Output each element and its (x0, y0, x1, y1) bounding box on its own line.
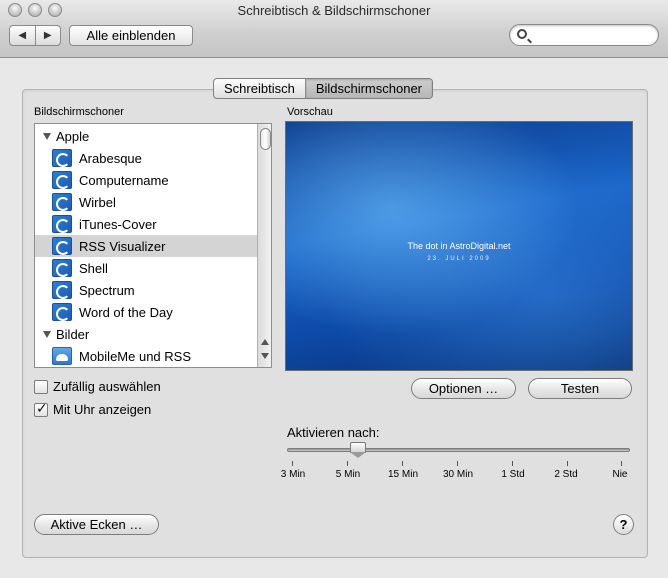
preview-headline: The dot in AstroDigital.net (407, 241, 511, 251)
show-all-button[interactable]: Alle einblenden (69, 25, 193, 46)
list-item[interactable]: Spectrum (35, 279, 257, 301)
slider-tick (621, 461, 622, 466)
activate-label: Aktivieren nach: (287, 425, 380, 440)
list-item[interactable]: MobileMe und RSS (35, 345, 257, 367)
tick-label: 1 Std (501, 469, 525, 480)
show-clock-checkbox[interactable]: Mit Uhr anzeigen (34, 401, 152, 417)
group-label: Apple (56, 128, 90, 144)
list-item-label: Wirbel (79, 194, 116, 210)
tick-label: 3 Min (280, 469, 306, 480)
list-item-label: Spectrum (79, 282, 135, 298)
list-item[interactable]: Computername (35, 169, 257, 191)
search-field[interactable] (509, 24, 659, 46)
tick-label: 5 Min (335, 469, 361, 480)
random-checkbox[interactable]: Zufällig auswählen (34, 379, 161, 394)
tick-label: 15 Min (387, 469, 419, 480)
back-forward-control: ◀ ▶ (9, 25, 61, 46)
list-item-label: iTunes-Cover (79, 216, 157, 232)
slider-tick (347, 461, 348, 466)
screensaver-swirl-icon (52, 237, 72, 255)
list-item[interactable]: Arabesque (35, 147, 257, 169)
screensaver-swirl-icon (52, 171, 72, 189)
back-button[interactable]: ◀ (10, 26, 36, 45)
tab-desktop[interactable]: Schreibtisch (214, 79, 305, 98)
screensaver-swirl-icon (52, 281, 72, 299)
window-title: Schreibtisch & Bildschirmschoner (237, 3, 431, 18)
checkbox-box[interactable] (34, 379, 48, 394)
tick-label: 2 Std (554, 469, 578, 480)
tick-label: 30 Min (442, 469, 474, 480)
slider-tick (457, 461, 458, 466)
list-item-label: Arabesque (79, 150, 142, 166)
slider-tick (567, 461, 568, 466)
help-button[interactable]: ? (613, 514, 634, 535)
options-button[interactable]: Optionen … (411, 378, 516, 399)
screensaver-swirl-icon (52, 303, 72, 321)
slider-knob[interactable] (350, 442, 366, 458)
checkbox-label: Mit Uhr anzeigen (53, 402, 152, 417)
checkbox-box-checked[interactable] (34, 401, 48, 417)
list-item[interactable]: Wirbel (35, 191, 257, 213)
group-apple[interactable]: Apple (35, 125, 257, 147)
group-label: Bilder (56, 326, 90, 342)
forward-button[interactable]: ▶ (36, 26, 61, 45)
activate-slider[interactable] (287, 448, 630, 452)
scroll-down-icon[interactable] (261, 353, 269, 359)
list-item[interactable]: Word of the Day (35, 301, 257, 323)
title-bar: Schreibtisch & Bildschirmschoner ◀ ▶ All… (0, 0, 668, 58)
tab-screensaver[interactable]: Bildschirmschoner (304, 79, 433, 98)
preview-date: 23. JULI 2009 (427, 256, 491, 262)
hot-corners-button[interactable]: Aktive Ecken … (34, 514, 159, 535)
preview-heading: Vorschau (287, 106, 333, 118)
list-item-label: Computername (79, 172, 169, 188)
list-item-label: RSS Visualizer (79, 238, 166, 254)
list-item[interactable]: Shell (35, 257, 257, 279)
checkbox-label: Zufällig auswählen (53, 379, 161, 394)
list-item-selected[interactable]: RSS Visualizer (35, 235, 257, 257)
list-item-label: MobileMe und RSS (79, 348, 191, 364)
slider-tick (292, 461, 293, 466)
disclosure-triangle-icon[interactable] (43, 132, 51, 140)
screensaver-list-heading: Bildschirmschoner (34, 106, 124, 118)
slider-tick (402, 461, 403, 466)
test-button[interactable]: Testen (528, 378, 632, 399)
list-item[interactable]: iTunes-Cover (35, 213, 257, 235)
disclosure-triangle-icon[interactable] (43, 330, 51, 338)
scroll-up-icon[interactable] (261, 339, 269, 345)
screensaver-swirl-icon (52, 149, 72, 167)
tick-label: Nie (612, 469, 628, 480)
list-item-label: Shell (79, 260, 108, 276)
screensaver-swirl-icon (52, 215, 72, 233)
screensaver-swirl-icon (52, 259, 72, 277)
list-scrollbar[interactable] (257, 124, 271, 367)
slider-tick (512, 461, 513, 466)
group-pictures[interactable]: Bilder (35, 323, 257, 345)
search-icon (517, 29, 527, 39)
screensaver-list[interactable]: Apple Arabesque Computername Wirbel iTun… (34, 123, 272, 368)
tab-control: Schreibtisch Bildschirmschoner (213, 78, 434, 99)
scrollbar-thumb[interactable] (260, 128, 271, 150)
list-item-label: Word of the Day (79, 304, 173, 320)
screensaver-preview: The dot in AstroDigital.net 23. JULI 200… (285, 121, 633, 371)
screensaver-swirl-icon (52, 193, 72, 211)
cloud-icon (52, 347, 72, 365)
